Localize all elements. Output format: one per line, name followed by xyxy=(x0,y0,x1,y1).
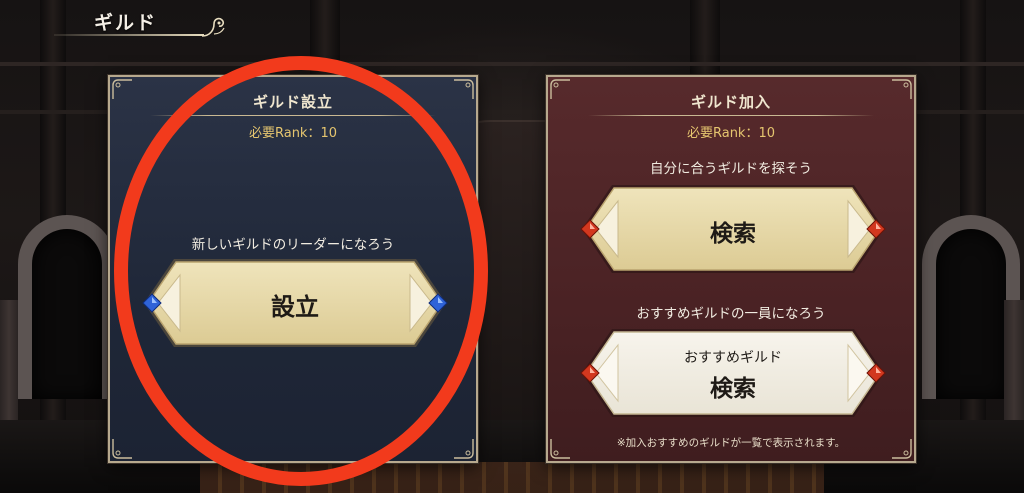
panel-corner-ornament xyxy=(112,439,132,459)
recommended-button-sublabel: おすすめギルド xyxy=(684,350,782,366)
screen-title: ギルド xyxy=(94,12,158,34)
guild-create-caption: 新しいギルドのリーダーになろう xyxy=(191,237,395,253)
recommend-note: ※加入おすすめのギルドが一覧で表示されます。 xyxy=(616,437,846,449)
guild-create-title: ギルド設立 xyxy=(252,93,333,111)
recommended-button-label: 検索 xyxy=(710,376,756,402)
create-guild-button-label: 設立 xyxy=(271,293,319,321)
screen-header: ギルド xyxy=(52,4,230,44)
recommended-guild-search-button[interactable]: おすすめギルド 検索 xyxy=(578,325,888,421)
create-guild-button[interactable]: 設立 xyxy=(140,255,450,351)
guild-create-panel: ギルド設立 必要Rank：10 新しいギルドのリーダーになろう 設立 xyxy=(108,75,478,463)
guild-join-panel: ギルド加入 必要Rank：10 自分に合うギルドを探そう 検索 おすすめギルドの… xyxy=(546,75,916,463)
guild-join-title: ギルド加入 xyxy=(690,93,771,111)
title-divider xyxy=(150,115,436,116)
search-guild-button-label: 検索 xyxy=(710,221,756,247)
ornament-flourish-icon xyxy=(201,17,225,37)
search-caption: 自分に合うギルドを探そう xyxy=(650,161,812,177)
title-divider xyxy=(588,115,874,116)
header-underline xyxy=(54,34,204,36)
search-guild-button[interactable]: 検索 xyxy=(578,181,888,277)
recommend-caption: おすすめギルドの一員になろう xyxy=(636,306,826,322)
guild-join-rank-requirement: 必要Rank：10 xyxy=(686,126,776,141)
guild-create-rank-requirement: 必要Rank：10 xyxy=(248,126,338,141)
panel-corner-ornament xyxy=(454,439,474,459)
